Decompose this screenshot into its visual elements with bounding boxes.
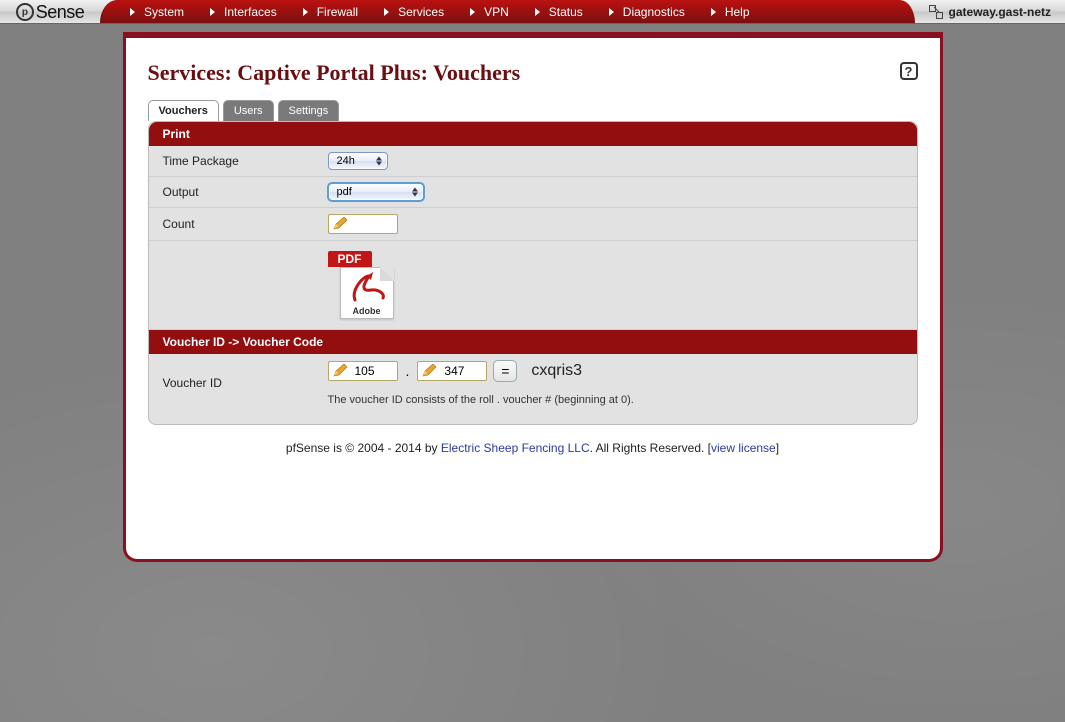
chevron-right-icon <box>470 8 475 16</box>
chevron-right-icon <box>535 8 540 16</box>
nav-help[interactable]: Help <box>703 0 768 23</box>
nav-label: Interfaces <box>224 5 277 19</box>
row-output: Output pdf <box>149 177 917 208</box>
dot-separator: . <box>404 363 412 379</box>
footer-link-license[interactable]: view license <box>711 441 776 455</box>
tab-users[interactable]: Users <box>223 100 274 121</box>
footer-text: pfSense is © 2004 - 2014 by <box>286 441 441 455</box>
nav-label: Services <box>398 5 444 19</box>
lookup-equals-button[interactable]: = <box>493 360 517 382</box>
chevron-right-icon <box>609 8 614 16</box>
input-roll[interactable] <box>351 362 397 380</box>
content-card: ? Services: Captive Portal Plus: Voucher… <box>123 32 943 562</box>
page-title: Services: Captive Portal Plus: Vouchers <box>148 60 918 86</box>
select-output[interactable]: pdf <box>328 183 424 201</box>
pencil-icon <box>332 217 348 231</box>
nav-items: System Interfaces Firewall Services VPN … <box>122 0 897 23</box>
subtabs: Vouchers Users Settings <box>148 100 918 121</box>
input-count-wrap <box>328 214 398 234</box>
nav-label: Help <box>725 5 750 19</box>
label-voucher-id: Voucher ID <box>163 376 328 390</box>
row-count: Count <box>149 208 917 241</box>
footer-text: . All Rights Reserved. [ <box>590 441 711 455</box>
tab-settings[interactable]: Settings <box>278 100 340 121</box>
nav-services[interactable]: Services <box>376 0 462 23</box>
input-roll-wrap <box>328 361 398 381</box>
footer-link-esf[interactable]: Electric Sheep Fencing LLC <box>441 441 590 455</box>
footer-text: ] <box>776 441 779 455</box>
footer: pfSense is © 2004 - 2014 by Electric She… <box>148 425 918 459</box>
form-panel: Print Time Package 24h Output <box>148 121 918 425</box>
hostname-text: gateway.gast-netz <box>949 5 1051 19</box>
nav-diagnostics[interactable]: Diagnostics <box>601 0 703 23</box>
logo: pSense <box>0 0 100 24</box>
section-header-lookup: Voucher ID -> Voucher Code <box>149 330 917 354</box>
nav-label: Diagnostics <box>623 5 685 19</box>
top-navbar: pSense System Interfaces Firewall Servic… <box>0 0 1065 24</box>
input-count[interactable] <box>351 215 397 233</box>
input-voucher-num[interactable] <box>440 362 486 380</box>
input-voucher-num-wrap <box>417 361 487 381</box>
nav-system[interactable]: System <box>122 0 202 23</box>
section-header-print: Print <box>149 122 917 146</box>
nav-firewall[interactable]: Firewall <box>295 0 376 23</box>
nav-label: System <box>144 5 184 19</box>
pdf-export-button[interactable]: PDF Adobe <box>328 251 398 319</box>
adobe-label: Adobe <box>341 306 393 316</box>
chevron-right-icon <box>711 8 716 16</box>
chevron-right-icon <box>384 8 389 16</box>
pencil-icon <box>332 364 348 378</box>
logo-icon: p <box>16 3 34 21</box>
network-icon <box>929 5 943 19</box>
pdf-badge: PDF <box>328 251 372 267</box>
help-icon[interactable]: ? <box>900 62 918 80</box>
nav-label: Firewall <box>317 5 358 19</box>
tab-vouchers[interactable]: Vouchers <box>148 100 219 121</box>
chevron-right-icon <box>303 8 308 16</box>
label-time-package: Time Package <box>163 154 328 168</box>
pencil-icon <box>421 364 437 378</box>
nav-status[interactable]: Status <box>527 0 601 23</box>
nav-cap-right <box>897 0 915 23</box>
label-output: Output <box>163 185 328 199</box>
pdf-file-icon: Adobe <box>340 267 394 319</box>
select-time-package[interactable]: 24h <box>328 152 388 170</box>
chevron-right-icon <box>210 8 215 16</box>
voucher-code-result: cxqris3 <box>531 362 582 380</box>
row-time-package: Time Package 24h <box>149 146 917 177</box>
nav-interfaces[interactable]: Interfaces <box>202 0 295 23</box>
logo-text: Sense <box>36 2 85 23</box>
row-pdf-button: PDF Adobe <box>149 241 917 330</box>
hostname: gateway.gast-netz <box>915 0 1065 23</box>
row-voucher-id: Voucher ID . = <box>149 354 917 412</box>
voucher-id-hint: The voucher ID consists of the roll . vo… <box>328 394 903 406</box>
nav-vpn[interactable]: VPN <box>462 0 527 23</box>
label-count: Count <box>163 217 328 231</box>
chevron-right-icon <box>130 8 135 16</box>
nav-cap-left <box>100 0 122 23</box>
nav-label: VPN <box>484 5 509 19</box>
nav-label: Status <box>549 5 583 19</box>
